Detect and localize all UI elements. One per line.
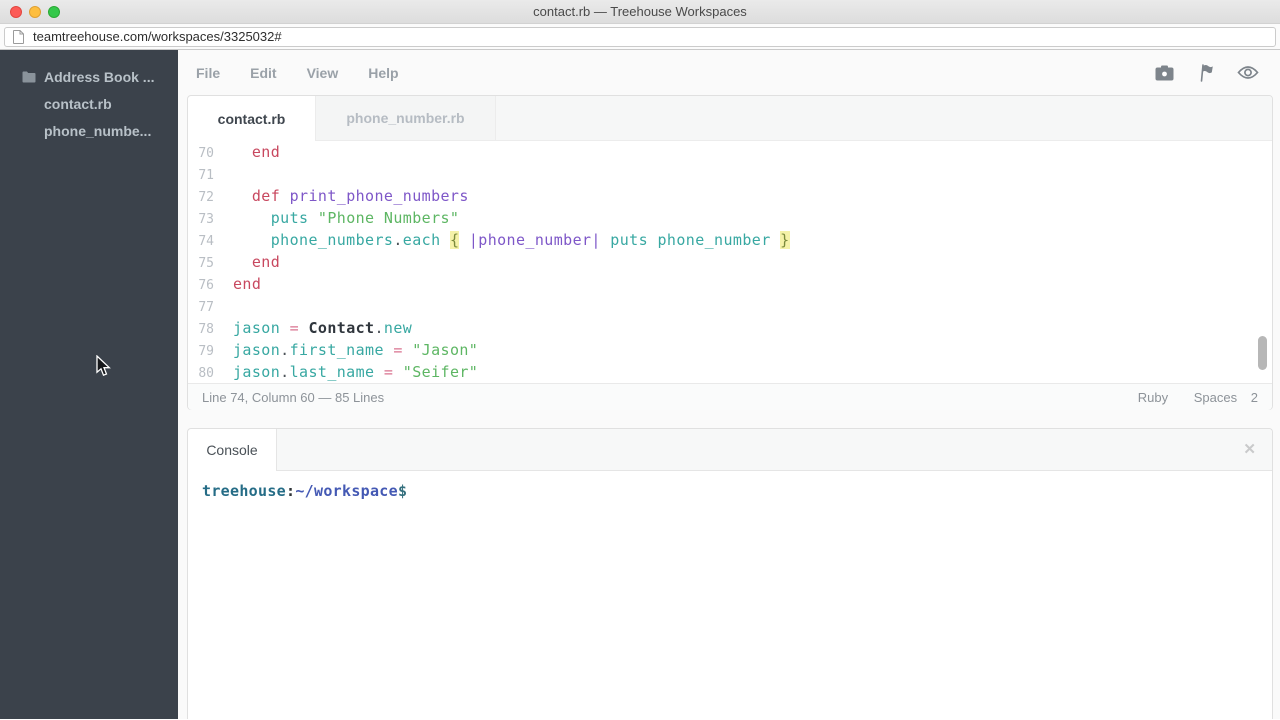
sidebar-item-label: contact.rb — [44, 96, 112, 112]
code-text: def print_phone_numbers — [233, 187, 469, 205]
sidebar-item-contact-rb[interactable]: contact.rb — [0, 90, 178, 117]
url-text: teamtreehouse.com/workspaces/3325032# — [33, 29, 282, 44]
code-line: 80 jason.last_name = "Seifer" — [188, 361, 1272, 383]
line-number: 76 — [188, 275, 214, 297]
screen: { "browser": { "window_title": "contact.… — [0, 0, 1280, 720]
mouse-cursor — [96, 355, 111, 382]
window-title: contact.rb — Treehouse Workspaces — [533, 4, 747, 19]
line-number: 79 — [188, 341, 214, 363]
code-line: 70 end — [188, 141, 1272, 163]
code-text: phone_numbers.each { |phone_number| puts… — [233, 231, 790, 249]
line-number: 71 — [188, 165, 214, 187]
code-line: 78 jason = Contact.new — [188, 317, 1272, 339]
indent-type-button[interactable]: Spaces — [1194, 390, 1237, 405]
tab-console[interactable]: Console — [188, 429, 277, 471]
page-icon — [13, 30, 24, 44]
minimize-window-button[interactable] — [29, 6, 41, 18]
terminal[interactable]: treehouse:~/workspace$ — [188, 471, 1272, 511]
code-text: end — [233, 275, 261, 293]
console-panel: Console ✕ treehouse:~/workspace$ — [187, 428, 1273, 719]
code-text: jason.last_name = "Seifer" — [233, 363, 478, 381]
menu-item-view[interactable]: View — [307, 65, 339, 81]
workspace-window: Address Book ... contact.rb phone_numbe...… — [0, 50, 1280, 719]
terminal-prompt: treehouse:~/workspace$ — [202, 482, 407, 500]
code-text: end — [233, 143, 280, 161]
console-tabbar: Console ✕ — [188, 429, 1272, 471]
address-bar[interactable]: teamtreehouse.com/workspaces/3325032# — [4, 27, 1276, 47]
flag-icon[interactable] — [1197, 64, 1214, 82]
editor-panel: contact.rb phone_number.rb 70 end7172 de… — [187, 95, 1273, 410]
workspace-toolbar — [1155, 50, 1280, 95]
sidebar-item-phone-numbe[interactable]: phone_numbe... — [0, 117, 178, 144]
line-number: 80 — [188, 363, 214, 383]
close-console-icon[interactable]: ✕ — [1243, 440, 1256, 458]
sidebar-item-address-book[interactable]: Address Book ... — [0, 63, 178, 90]
window-titlebar: contact.rb — Treehouse Workspaces — [0, 0, 1280, 24]
tab-phone-number-rb[interactable]: phone_number.rb — [316, 96, 496, 140]
line-number: 78 — [188, 319, 214, 341]
menu-item-file[interactable]: File — [196, 65, 220, 81]
eye-icon[interactable] — [1237, 65, 1259, 80]
main-area: File Edit View Help contact.rb phone_number… — [178, 50, 1280, 719]
code-line: 71 — [188, 163, 1272, 185]
editor-statusbar: Line 74, Column 60 — 85 Lines Ruby Space… — [188, 383, 1272, 410]
code-text: jason.first_name = "Jason" — [233, 341, 478, 359]
line-number: 72 — [188, 187, 214, 209]
cursor-position-text: Line 74, Column 60 — 85 Lines — [202, 390, 384, 405]
editor-scrollbar-thumb[interactable] — [1258, 336, 1267, 370]
code-line: 79 jason.first_name = "Jason" — [188, 339, 1272, 361]
workspace-menubar: File Edit View Help — [178, 50, 1280, 95]
line-number: 77 — [188, 297, 214, 319]
zoom-window-button[interactable] — [48, 6, 60, 18]
menu-item-edit[interactable]: Edit — [250, 65, 276, 81]
code-line: 76 end — [188, 273, 1272, 295]
code-line: 77 — [188, 295, 1272, 317]
menu-item-help[interactable]: Help — [368, 65, 398, 81]
code-line: 73 puts "Phone Numbers" — [188, 207, 1272, 229]
code-line: 72 def print_phone_numbers — [188, 185, 1272, 207]
line-number: 74 — [188, 231, 214, 253]
sidebar-item-label: Address Book ... — [44, 69, 154, 85]
line-number: 70 — [188, 143, 214, 165]
camera-icon[interactable] — [1155, 65, 1174, 81]
line-number: 75 — [188, 253, 214, 275]
tab-contact-rb[interactable]: contact.rb — [188, 96, 316, 141]
sidebar-item-label: phone_numbe... — [44, 123, 151, 139]
browser-toolbar: teamtreehouse.com/workspaces/3325032# — [0, 24, 1280, 50]
editor-code-area[interactable]: 70 end7172 def print_phone_numbers73 put… — [188, 141, 1272, 383]
indent-size-button[interactable]: 2 — [1251, 390, 1258, 405]
folder-icon — [22, 71, 44, 83]
code-text: end — [233, 253, 280, 271]
traffic-lights — [10, 6, 60, 18]
code-line: 74 phone_numbers.each { |phone_number| p… — [188, 229, 1272, 251]
file-sidebar: Address Book ... contact.rb phone_numbe... — [0, 50, 178, 719]
close-window-button[interactable] — [10, 6, 22, 18]
code-line: 75 end — [188, 251, 1272, 273]
line-number: 73 — [188, 209, 214, 231]
editor-tabbar: contact.rb phone_number.rb — [188, 96, 1272, 141]
sidebar-file-list: Address Book ... contact.rb phone_numbe... — [0, 63, 178, 144]
editor-settings: Ruby Spaces 2 — [1116, 390, 1258, 405]
language-mode-button[interactable]: Ruby — [1138, 390, 1168, 405]
code-text: puts "Phone Numbers" — [233, 209, 459, 227]
code-text: jason = Contact.new — [233, 319, 412, 337]
